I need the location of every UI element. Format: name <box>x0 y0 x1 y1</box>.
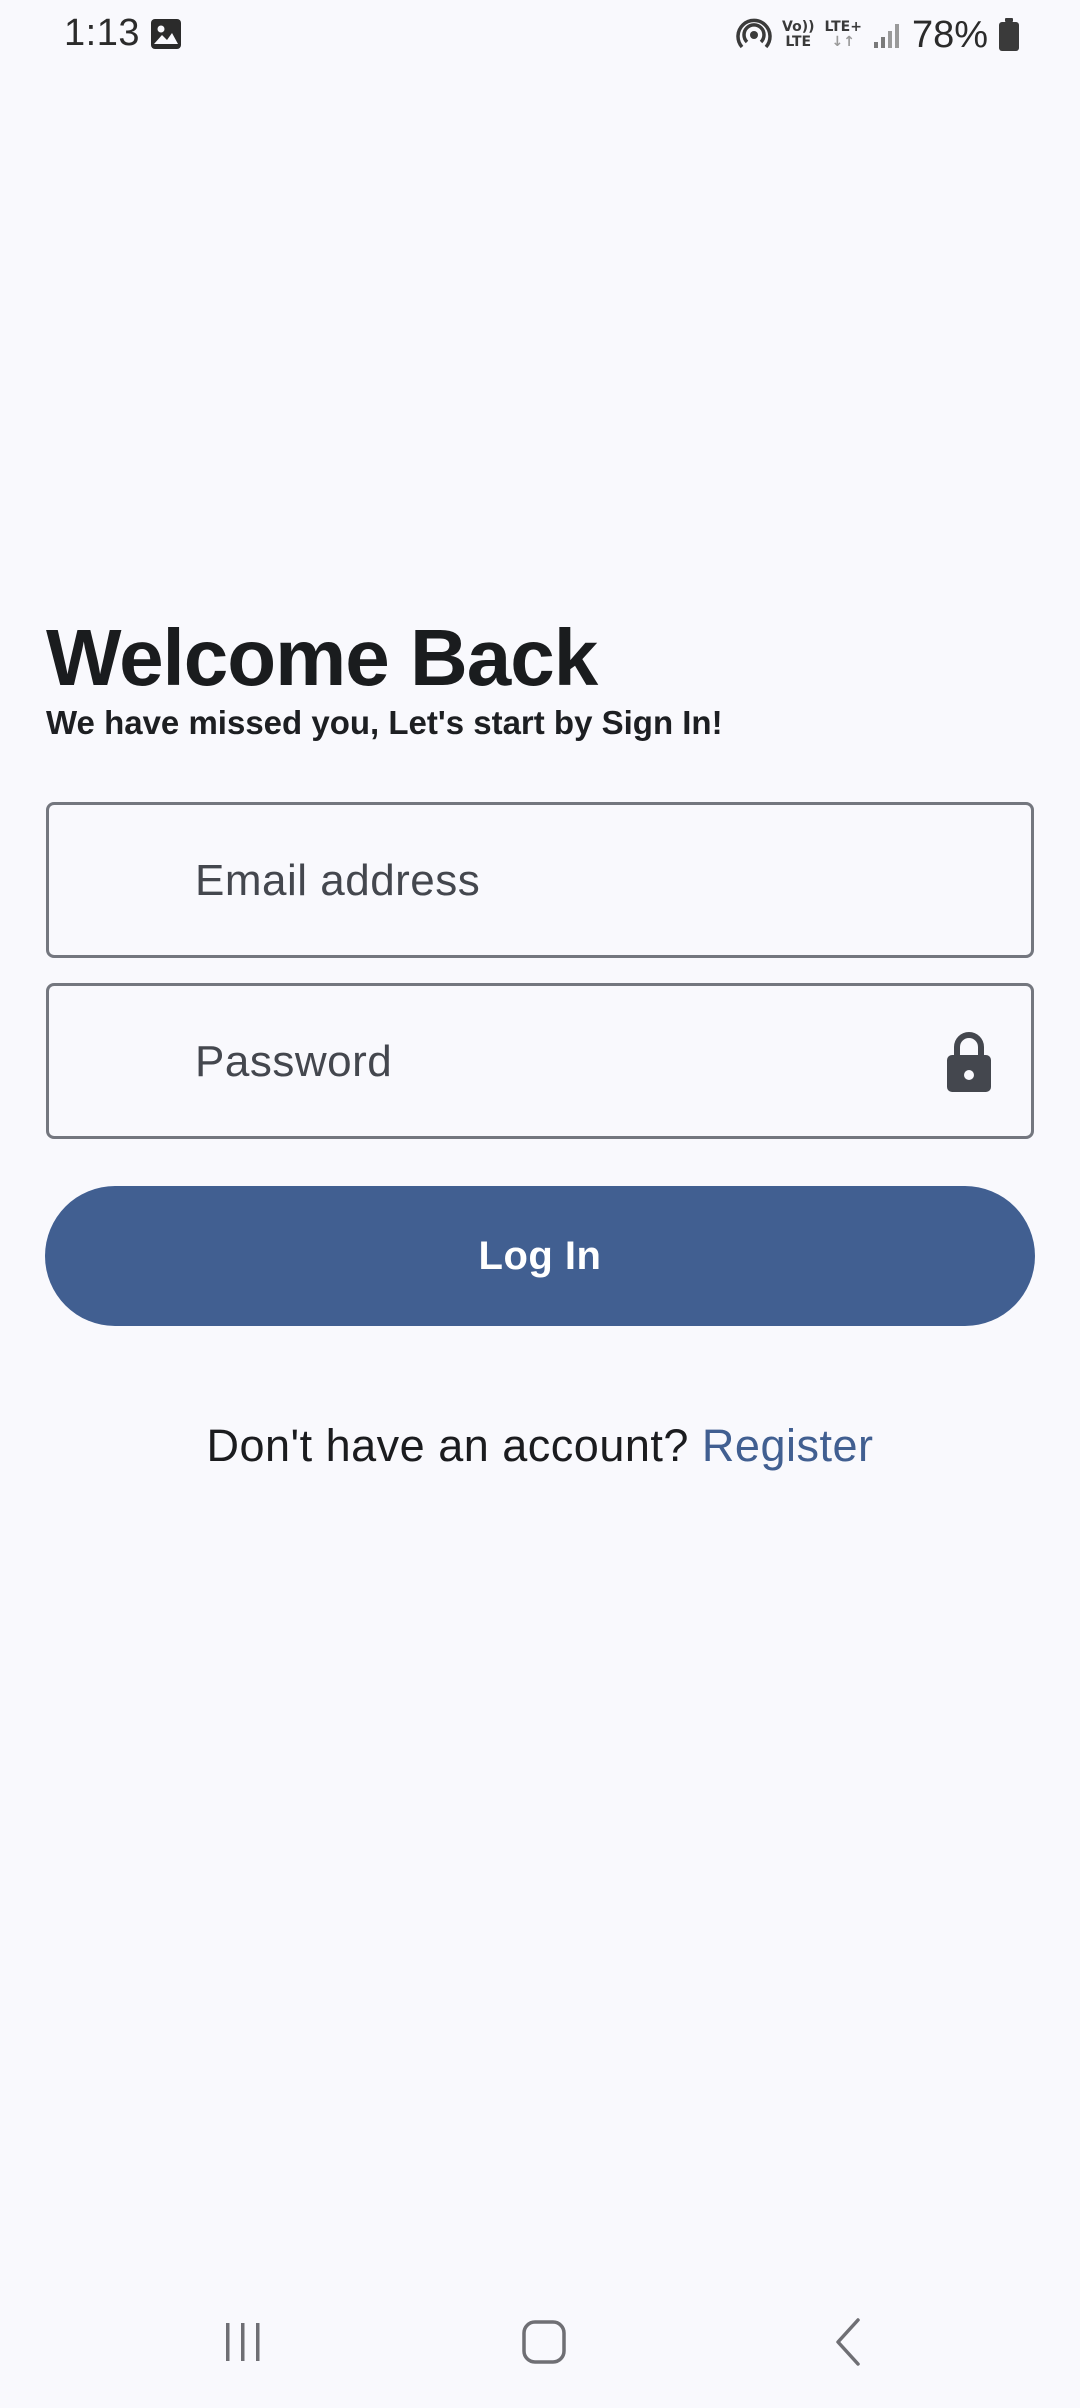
status-time: 1:13 <box>64 12 140 54</box>
password-input[interactable] <box>193 986 957 1138</box>
login-button[interactable]: Log In <box>45 1186 1035 1326</box>
register-prompt-row: Don't have an account? Register <box>0 1420 1080 1472</box>
navigation-bar <box>0 2290 1080 2400</box>
email-field[interactable] <box>46 802 1034 958</box>
network-indicator: LTE+ ↓↑ <box>824 19 862 50</box>
register-link[interactable]: Register <box>702 1420 874 1471</box>
back-icon <box>828 2316 868 2373</box>
recents-icon <box>220 2319 266 2370</box>
password-field[interactable] <box>46 983 1034 1139</box>
image-icon <box>150 18 182 50</box>
page-title: Welcome Back <box>46 613 598 702</box>
volte-indicator: Vo)) LTE <box>782 19 815 50</box>
battery-icon <box>998 18 1020 52</box>
recents-button[interactable] <box>203 2308 283 2380</box>
status-icons: Vo)) LTE LTE+ ↓↑ 78% <box>736 12 1020 58</box>
back-button[interactable] <box>808 2308 888 2380</box>
battery-percentage: 78% <box>911 13 988 56</box>
home-button[interactable] <box>504 2308 584 2380</box>
signal-icon <box>872 20 902 50</box>
email-input[interactable] <box>193 805 957 957</box>
lock-icon[interactable] <box>945 1030 993 1094</box>
page-subtitle: We have missed you, Let's start by Sign … <box>46 704 723 741</box>
home-icon <box>520 2318 568 2371</box>
hotspot-icon <box>736 17 772 53</box>
status-bar: 1:13 Vo)) LTE LTE+ ↓↑ 78% <box>0 0 1080 70</box>
register-prompt-text: Don't have an account? <box>206 1420 702 1471</box>
